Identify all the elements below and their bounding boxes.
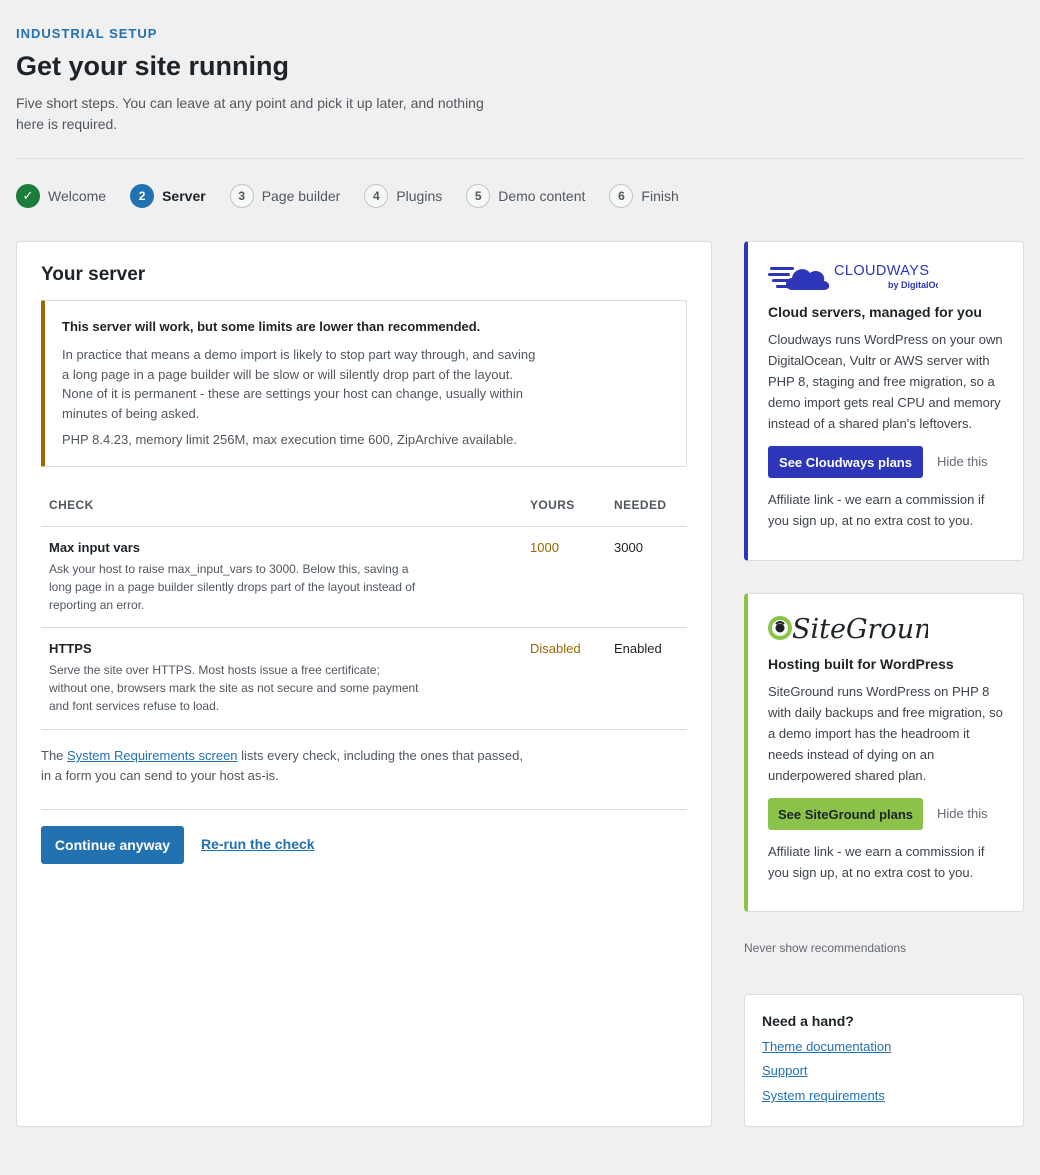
header-divider: [16, 158, 1024, 159]
warning-notice: This server will work, but some limits a…: [41, 300, 687, 467]
step-number: 4: [364, 184, 389, 208]
server-card-title: Your server: [41, 264, 146, 285]
check-description: Serve the site over HTTPS. Most hosts is…: [49, 662, 419, 713]
step-server[interactable]: 2 Server: [130, 184, 206, 208]
siteground-logo-icon: SiteGround: [768, 614, 949, 645]
step-page-builder[interactable]: 3 Page builder: [229, 184, 341, 208]
step-label: Page builder: [261, 188, 341, 204]
step-number: 6: [609, 184, 634, 208]
check-name: HTTPS: [49, 640, 92, 656]
siteground-logo-text: SiteGround: [792, 614, 928, 645]
needed-value: Enabled: [606, 627, 687, 730]
rerun-check-link[interactable]: Re-run the check: [201, 836, 315, 852]
step-label: Demo content: [498, 188, 586, 204]
see-cloudways-plans-button[interactable]: See Cloudways plans: [768, 446, 923, 478]
page-title: Get your site running: [16, 51, 290, 81]
eyebrow-label: INDUSTRIAL SETUP: [16, 26, 158, 41]
notice-body: In practice that means a demo import is …: [62, 347, 536, 421]
step-label: Server: [162, 188, 206, 204]
setup-wizard: INDUSTRIAL SETUP Get your site running F…: [0, 0, 1040, 1175]
step-label: Plugins: [396, 188, 443, 204]
check-cell: Max input vars Ask your host to raise ma…: [41, 526, 522, 628]
cloudways-logo-text: CLOUDWAYS: [834, 263, 929, 279]
intro-text: Five short steps. You can leave at any p…: [16, 95, 484, 132]
step-indicator: ✓ Welcome 2 Server 3 Page builder 4 Plug…: [16, 184, 703, 208]
affiliate-disclosure: Affiliate link - we earn a commission if…: [768, 492, 985, 528]
never-show-recommendations-link[interactable]: Never show recommendations: [744, 941, 906, 955]
requirements-footnote: The System Requirements screen lists eve…: [41, 746, 527, 786]
notice-title: This server will work, but some limits a…: [62, 319, 481, 334]
checks-table: CHECK YOURS NEEDED Max input vars Ask yo…: [41, 485, 687, 730]
see-siteground-plans-button[interactable]: See SiteGround plans: [768, 798, 923, 830]
cloudways-promo-card: CLOUDWAYS by DigitalOcean Cloud servers,…: [744, 241, 1024, 561]
yours-value: 1000: [522, 526, 606, 628]
step-welcome[interactable]: ✓ Welcome: [16, 184, 106, 208]
hide-siteground-link[interactable]: Hide this: [937, 806, 988, 821]
help-card: Need a hand? Theme documentation Support…: [744, 994, 1024, 1127]
step-plugins[interactable]: 4 Plugins: [364, 184, 442, 208]
siteground-logo: SiteGround: [768, 610, 949, 646]
column-header-needed: NEEDED: [606, 485, 687, 527]
continue-anyway-button[interactable]: Continue anyway: [41, 826, 184, 864]
step-demo-content[interactable]: 5 Demo content: [466, 184, 585, 208]
cloudways-logo-sub: by DigitalOcean: [888, 280, 938, 290]
check-description: Ask your host to raise max_input_vars to…: [49, 561, 416, 612]
column-header-check: CHECK: [41, 485, 522, 527]
step-number: 5: [466, 184, 491, 208]
hide-cloudways-link[interactable]: Hide this: [937, 454, 988, 469]
affiliate-disclosure: Affiliate link - we earn a commission if…: [768, 844, 985, 880]
table-row: Max input vars Ask your host to raise ma…: [41, 526, 687, 628]
column-header-yours: YOURS: [522, 485, 606, 527]
cloudways-heading: Cloud servers, managed for you: [768, 304, 982, 320]
server-facts: PHP 8.4.23, memory limit 256M, max execu…: [62, 432, 517, 447]
siteground-description: SiteGround runs WordPress on PHP 8 with …: [768, 684, 1003, 783]
support-link[interactable]: Support: [762, 1063, 808, 1078]
table-row: HTTPS Serve the site over HTTPS. Most ho…: [41, 627, 687, 730]
actions-divider: [41, 809, 687, 810]
step-finish[interactable]: 6 Finish: [609, 184, 679, 208]
cloudways-description: Cloudways runs WordPress on your own Dig…: [768, 332, 1003, 431]
yours-value: Disabled: [522, 627, 606, 730]
theme-documentation-link[interactable]: Theme documentation: [762, 1039, 891, 1054]
system-requirements-help-link[interactable]: System requirements: [762, 1088, 885, 1103]
cloud-icon: CLOUDWAYS by DigitalOcean: [768, 263, 956, 290]
siteground-heading: Hosting built for WordPress: [768, 656, 954, 672]
step-number: 3: [229, 184, 254, 208]
step-label: Finish: [641, 188, 679, 204]
step-number: 2: [130, 184, 155, 208]
step-label: Welcome: [48, 188, 107, 204]
system-requirements-link[interactable]: System Requirements screen: [67, 748, 238, 763]
needed-value: 3000: [606, 526, 687, 628]
check-name: Max input vars: [49, 539, 141, 555]
table-header-row: CHECK YOURS NEEDED: [41, 485, 687, 527]
siteground-promo-card: SiteGround Hosting built for WordPress S…: [744, 593, 1024, 912]
help-title: Need a hand?: [762, 1013, 854, 1029]
check-cell: HTTPS Serve the site over HTTPS. Most ho…: [41, 627, 522, 730]
cloudways-logo: CLOUDWAYS by DigitalOcean: [768, 260, 956, 292]
check-icon: ✓: [16, 184, 40, 208]
footnote-text: The: [41, 748, 68, 763]
server-card: Your server This server will work, but s…: [16, 241, 712, 1127]
